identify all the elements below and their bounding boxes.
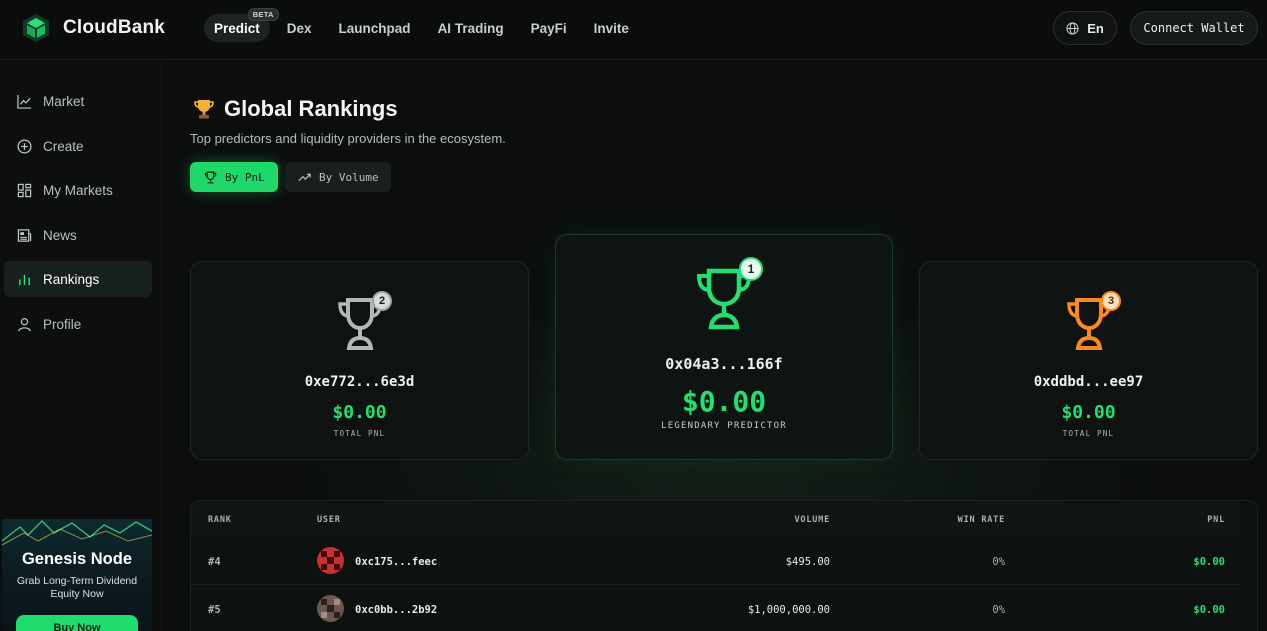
podium-pnl: $0.00 (1061, 402, 1116, 423)
tab-by-pnl[interactable]: By PnL (190, 162, 278, 192)
leaderboard-table: RANK USER VOLUME WIN RATE PNL #4 0xc175.… (190, 500, 1258, 631)
nav-predict-label: Predict (214, 20, 260, 36)
row-rank: #5 (208, 604, 221, 616)
language-label: En (1087, 20, 1104, 36)
globe-icon (1066, 21, 1079, 35)
podium-pnl-label: TOTAL PNL (1062, 429, 1115, 438)
language-button[interactable]: En (1053, 11, 1117, 45)
trend-up-icon (298, 173, 311, 181)
podium-pnl: $0.00 (332, 402, 387, 423)
avatar-icon (317, 547, 344, 574)
bar-chart-icon (19, 274, 30, 285)
row-pnl: $0.00 (1193, 604, 1225, 616)
connect-wallet-button[interactable]: Connect Wallet (1130, 11, 1258, 45)
grid-icon (17, 183, 32, 197)
nav-invite[interactable]: Invite (584, 14, 639, 42)
sidebar-item-label: News (43, 227, 77, 243)
page-subtitle: Top predictors and liquidity providers i… (190, 131, 506, 146)
trophy-icon (204, 171, 217, 183)
page-title: Global Rankings (224, 96, 398, 121)
sidebar: Market Create My Markets News Rankings P… (0, 61, 162, 631)
podium-pnl-label: LEGENDARY PREDICTOR (661, 421, 787, 431)
row-win-rate: 0% (992, 604, 1005, 616)
podium-address: 0x04a3...166f (665, 355, 783, 373)
promo-decoration-icon (2, 520, 152, 546)
sidebar-item-news[interactable]: News (4, 217, 152, 253)
tab-label: By Volume (319, 170, 379, 184)
column-header-pnl[interactable]: PNL (1207, 515, 1225, 525)
podium-address: 0xe772...6e3d (304, 374, 415, 390)
sidebar-item-label: Market (43, 93, 85, 109)
buy-now-button[interactable]: Buy Now (16, 615, 138, 631)
column-header-rank[interactable]: RANK (208, 515, 232, 525)
sidebar-item-market[interactable]: Market (4, 83, 152, 119)
user-icon (18, 317, 31, 331)
row-rank: #4 (208, 556, 221, 568)
tab-by-volume[interactable]: By Volume (285, 162, 391, 192)
row-volume: $1,000,000.00 (747, 604, 830, 616)
genesis-node-promo[interactable]: Genesis Node Grab Long-Term Dividend Equ… (2, 519, 152, 631)
sidebar-item-label: My Markets (43, 182, 113, 198)
podium-address: 0xddbd...ee97 (1033, 374, 1144, 390)
podium-pnl: $0.00 (681, 385, 767, 418)
row-win-rate: 0% (992, 556, 1005, 568)
promo-title: Genesis Node (21, 550, 133, 568)
nav-dex[interactable]: Dex (277, 14, 322, 42)
column-header-volume[interactable]: VOLUME (794, 515, 830, 525)
main-content: Global Rankings Top predictors and liqui… (163, 61, 1267, 631)
table-row[interactable]: #5 0xc0bb...2b92 $1,000,000.00 0% $0.00 (191, 585, 1241, 631)
avatar-icon (317, 595, 344, 622)
plus-circle-icon (17, 139, 32, 153)
sidebar-item-my-markets[interactable]: My Markets (4, 172, 152, 208)
column-header-user[interactable]: USER (317, 515, 341, 525)
sidebar-item-profile[interactable]: Profile (4, 306, 152, 342)
promo-subtitle: Grab Long-Term Dividend Equity Now (16, 575, 138, 600)
newspaper-icon (17, 228, 32, 242)
main-nav: Predict BETA Dex Launchpad AI Trading Pa… (204, 8, 646, 42)
sidebar-item-label: Profile (43, 316, 82, 332)
row-pnl: $0.00 (1193, 556, 1225, 568)
table-header: RANK USER VOLUME WIN RATE PNL (191, 501, 1241, 537)
beta-badge: BETA (247, 8, 279, 21)
tab-label: By PnL (225, 170, 265, 184)
row-volume: $495.00 (785, 556, 830, 568)
top-bar: CloudBank Predict BETA Dex Launchpad AI … (0, 0, 1267, 60)
podium-card-third[interactable]: 3 0xddbd...ee97 $0.00 TOTAL PNL (919, 261, 1258, 460)
podium-pnl-label: TOTAL PNL (333, 429, 386, 438)
row-user-address[interactable]: 0xc0bb...2b92 (355, 604, 437, 616)
podium-card-first[interactable]: 1 0x04a3...166f $0.00 LEGENDARY PREDICTO… (555, 234, 893, 460)
column-header-win-rate[interactable]: WIN RATE (958, 515, 1005, 525)
rank-badge: 2 (372, 291, 392, 311)
nav-payfi[interactable]: PayFi (521, 14, 577, 42)
page-header: Global Rankings (193, 96, 398, 122)
podium-card-second[interactable]: 2 0xe772...6e3d $0.00 TOTAL PNL (190, 261, 529, 460)
nav-predict[interactable]: Predict BETA (204, 8, 279, 42)
chart-line-icon (17, 94, 32, 109)
rank-badge: 3 (1101, 291, 1121, 311)
sidebar-item-create[interactable]: Create (4, 128, 152, 164)
sidebar-item-rankings[interactable]: Rankings (4, 261, 152, 297)
nav-launchpad[interactable]: Launchpad (329, 14, 421, 42)
sidebar-item-label: Rankings (43, 271, 100, 287)
brand-name[interactable]: CloudBank (63, 17, 165, 39)
table-row[interactable]: #4 0xc175...feec $495.00 0% $0.00 (191, 537, 1241, 585)
trophy-emoji-icon (194, 100, 214, 119)
nav-ai-trading[interactable]: AI Trading (428, 14, 514, 42)
rank-badge: 1 (739, 257, 763, 281)
row-user-address[interactable]: 0xc175...feec (355, 556, 437, 568)
sidebar-item-label: Create (43, 138, 84, 154)
cloudbank-logo-icon[interactable] (22, 13, 50, 43)
